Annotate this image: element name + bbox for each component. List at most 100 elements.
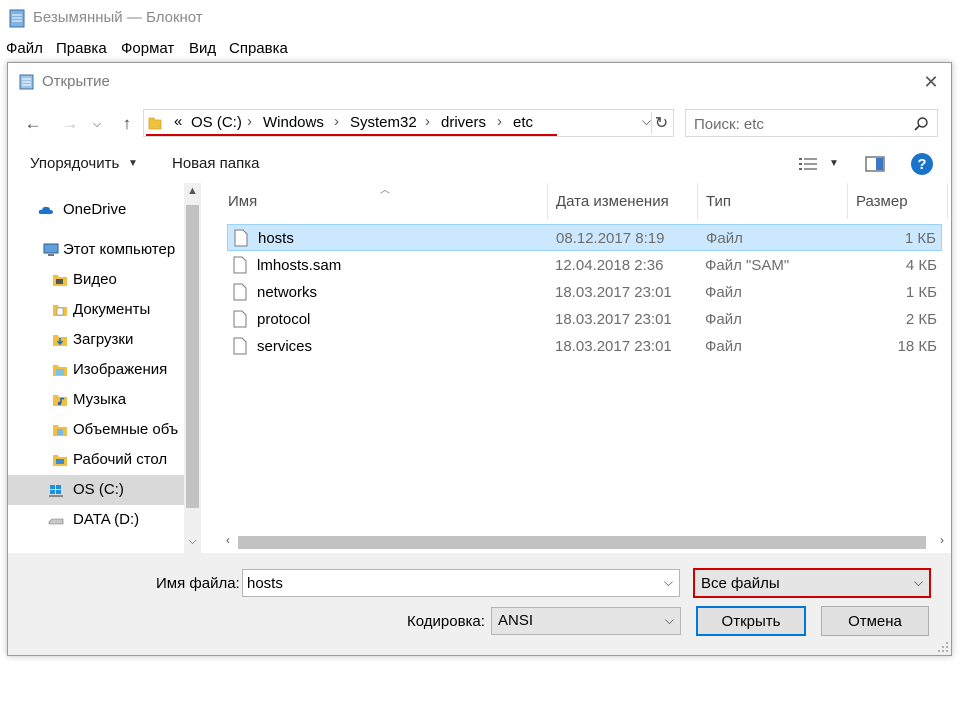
organize-button[interactable]: Упорядочить (30, 155, 119, 172)
nav-item-this-pc[interactable]: Этот компьютер (8, 235, 184, 265)
recent-locations-button[interactable]: ⌵ (88, 112, 106, 136)
encoding-label: Кодировка: (407, 613, 485, 630)
breadcrumb-etc[interactable]: etc (513, 114, 533, 131)
file-icon (234, 229, 248, 247)
breadcrumb-overflow[interactable]: « (174, 113, 182, 130)
chevron-down-icon: ⌵ (92, 117, 102, 130)
file-row-protocol[interactable]: protocol 18.03.2017 23:01 Файл 2 КБ (227, 306, 942, 333)
encoding-select[interactable]: ANSI ⌵ (491, 607, 681, 635)
nav-item-documents[interactable]: Документы (8, 295, 184, 325)
menu-file[interactable]: Файл (6, 40, 43, 57)
file-row-hosts[interactable]: hosts 08.12.2017 8:19 Файл 1 КБ (227, 224, 942, 251)
nav-item-video[interactable]: Видео (8, 265, 184, 295)
file-row-lmhosts[interactable]: lmhosts.sam 12.04.2018 2:36 Файл "SAM" 4… (227, 252, 942, 279)
video-folder-icon (53, 275, 67, 286)
nav-item-data-d[interactable]: DATA (D:) (8, 505, 184, 535)
breadcrumb-separator-icon[interactable]: › (425, 113, 430, 130)
menu-edit[interactable]: Правка (56, 40, 107, 57)
column-size[interactable]: Размер (848, 183, 948, 219)
chevron-down-icon: ⌵ (913, 575, 923, 589)
music-folder-icon (53, 395, 67, 406)
close-button[interactable]: ✕ (917, 69, 945, 95)
column-name[interactable]: Имя (220, 183, 548, 219)
documents-folder-icon (53, 305, 67, 316)
help-icon: ? (917, 155, 927, 173)
open-button[interactable]: Открыть (696, 606, 806, 636)
pictures-folder-icon (53, 365, 67, 376)
up-button[interactable]: ↑ (114, 112, 140, 136)
file-list-scrollbar[interactable]: ‹ › (220, 533, 950, 551)
filename-input[interactable] (247, 573, 647, 593)
arrow-left-icon: ← (24, 114, 42, 133)
chevron-down-icon[interactable]: ⌵ (184, 535, 201, 551)
nav-scrollbar-thumb[interactable] (186, 205, 199, 508)
search-box[interactable] (685, 109, 938, 137)
nav-item-3d-objects[interactable]: Объемные объ (8, 415, 184, 445)
drive-icon (48, 518, 64, 525)
caret-down-icon[interactable]: ▼ (128, 158, 138, 169)
notepad-titlebar: Безымянный — Блокнот (0, 0, 962, 38)
breadcrumb-os-c[interactable]: OS (C:) (191, 114, 242, 131)
chevron-down-icon[interactable]: ⌵ (642, 114, 651, 129)
dialog-titlebar: Открытие ✕ (8, 63, 951, 101)
breadcrumb-separator-icon[interactable]: › (497, 113, 502, 130)
search-icon (914, 117, 928, 131)
column-date[interactable]: Дата изменения (548, 183, 698, 219)
file-icon (233, 283, 247, 301)
menu-view[interactable]: Вид (189, 40, 216, 57)
nav-item-desktop[interactable]: Рабочий стол (8, 445, 184, 475)
forward-button[interactable]: → (57, 112, 83, 136)
refresh-icon: ↻ (654, 115, 669, 132)
preview-pane-icon[interactable] (865, 155, 885, 173)
column-header: ︿ Имя Дата изменения Тип Размер (220, 183, 950, 219)
filename-label: Имя файла: (156, 575, 240, 592)
resize-grip-icon[interactable] (937, 641, 949, 653)
chevron-right-icon[interactable]: › (934, 533, 950, 551)
breadcrumb-system32[interactable]: System32 (350, 114, 417, 131)
breadcrumb-windows[interactable]: Windows (263, 114, 324, 131)
menu-help[interactable]: Справка (229, 40, 288, 57)
downloads-folder-icon (53, 335, 67, 346)
new-folder-button[interactable]: Новая папка (172, 155, 259, 172)
arrow-up-icon: ↑ (122, 114, 132, 133)
breadcrumb-separator-icon[interactable]: › (247, 113, 252, 130)
nav-item-os-c[interactable]: OS (C:) (8, 475, 184, 505)
caret-down-icon[interactable]: ▼ (829, 158, 839, 169)
notepad-title: Безымянный — Блокнот (33, 9, 203, 26)
dialog-footer: Имя файла: ⌵ Все файлы ⌵ Кодировка: ANSI… (8, 553, 951, 655)
chevron-down-icon[interactable]: ⌵ (664, 575, 673, 590)
file-row-networks[interactable]: networks 18.03.2017 23:01 Файл 1 КБ (227, 279, 942, 306)
help-button[interactable]: ? (911, 153, 933, 175)
view-options-icon[interactable] (798, 156, 818, 172)
cloud-icon (38, 206, 53, 214)
navigation-pane: OneDrive Этот компьютер Видео Документы … (8, 183, 204, 553)
arrow-right-icon: → (61, 114, 79, 133)
back-button[interactable]: ← (20, 112, 46, 136)
3d-objects-folder-icon (53, 425, 67, 436)
chevron-down-icon: ⌵ (664, 613, 674, 627)
nav-item-pictures[interactable]: Изображения (8, 355, 184, 385)
address-bar[interactable]: « OS (C:) › Windows › System32 › drivers… (143, 109, 674, 137)
filename-combobox[interactable]: ⌵ (242, 569, 680, 597)
refresh-button[interactable]: ↻ (651, 112, 671, 134)
breadcrumb-separator-icon[interactable]: › (334, 113, 339, 130)
open-file-dialog: Открытие ✕ ← → ⌵ ↑ « OS (C:) › Windows ›… (7, 62, 952, 656)
file-list-scrollbar-thumb[interactable] (238, 536, 926, 549)
file-row-services[interactable]: services 18.03.2017 23:01 Файл 18 КБ (227, 333, 942, 360)
chevron-up-icon[interactable]: ▲ (184, 185, 201, 201)
filetype-select[interactable]: Все файлы ⌵ (693, 568, 931, 598)
file-icon (233, 337, 247, 355)
windows-drive-icon (49, 485, 63, 497)
column-type[interactable]: Тип (698, 183, 848, 219)
menu-format[interactable]: Формат (121, 40, 174, 57)
file-list: ︿ Имя Дата изменения Тип Размер hosts 08… (220, 183, 950, 553)
nav-item-downloads[interactable]: Загрузки (8, 325, 184, 355)
chevron-left-icon[interactable]: ‹ (220, 533, 236, 551)
cancel-button[interactable]: Отмена (821, 606, 929, 636)
nav-scrollbar[interactable]: ▲ ⌵ (184, 183, 201, 553)
search-input[interactable] (694, 114, 894, 134)
nav-item-music[interactable]: Музыка (8, 385, 184, 415)
breadcrumb-drivers[interactable]: drivers (441, 114, 486, 131)
nav-item-onedrive[interactable]: OneDrive (8, 195, 184, 225)
file-icon (233, 310, 247, 328)
